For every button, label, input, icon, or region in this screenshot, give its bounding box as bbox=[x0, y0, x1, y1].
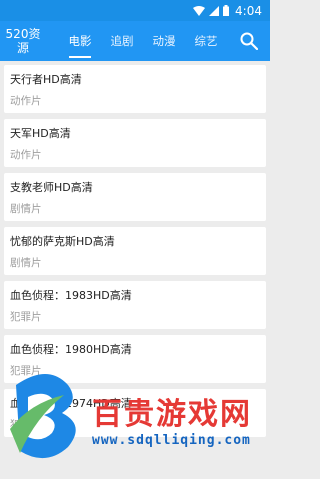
app-bar: 520资源 电影 追剧 动漫 综艺 bbox=[0, 21, 270, 61]
battery-icon bbox=[223, 5, 230, 16]
item-title: 天军HD高清 bbox=[10, 127, 71, 140]
status-time: 4:04 bbox=[235, 3, 262, 18]
item-title: 血色侦程：1974HD高清 bbox=[10, 397, 132, 410]
movie-list: 天行者HD高清 动作片 天军HD高清 动作片 支教老师HD高清 剧情片 忧郁的萨… bbox=[0, 61, 270, 437]
list-item[interactable]: 天军HD高清 动作片 bbox=[4, 119, 266, 167]
search-icon[interactable] bbox=[240, 32, 258, 50]
item-title: 血色侦程：1980HD高清 bbox=[10, 343, 132, 356]
app-title: 520资源 bbox=[5, 27, 41, 55]
item-genre: 动作片 bbox=[10, 149, 42, 161]
item-title: 天行者HD高清 bbox=[10, 73, 82, 86]
item-title: 血色侦程：1983HD高清 bbox=[10, 289, 132, 302]
wifi-icon bbox=[193, 5, 206, 16]
list-item[interactable]: 血色侦程：1974HD高清 犯罪片 bbox=[4, 389, 266, 437]
tab-series[interactable]: 追剧 bbox=[102, 21, 142, 61]
item-genre: 动作片 bbox=[10, 95, 42, 107]
item-title: 支教老师HD高清 bbox=[10, 181, 93, 194]
item-genre: 犯罪片 bbox=[10, 419, 42, 431]
item-genre: 剧情片 bbox=[10, 203, 42, 215]
category-tabs: 电影 追剧 动漫 综艺 bbox=[60, 21, 228, 61]
tab-movies[interactable]: 电影 bbox=[60, 21, 100, 61]
item-genre: 犯罪片 bbox=[10, 365, 42, 377]
list-item[interactable]: 血色侦程：1980HD高清 犯罪片 bbox=[4, 335, 266, 383]
tab-anime[interactable]: 动漫 bbox=[144, 21, 184, 61]
status-bar: 4:04 bbox=[0, 0, 270, 21]
list-item[interactable]: 血色侦程：1983HD高清 犯罪片 bbox=[4, 281, 266, 329]
item-title: 忧郁的萨克斯HD高清 bbox=[10, 235, 115, 248]
list-item[interactable]: 支教老师HD高清 剧情片 bbox=[4, 173, 266, 221]
list-item[interactable]: 忧郁的萨克斯HD高清 剧情片 bbox=[4, 227, 266, 275]
item-genre: 犯罪片 bbox=[10, 311, 42, 323]
tab-variety[interactable]: 综艺 bbox=[186, 21, 226, 61]
status-icons bbox=[193, 5, 230, 16]
item-genre: 剧情片 bbox=[10, 257, 42, 269]
signal-icon bbox=[209, 5, 220, 16]
list-item[interactable]: 天行者HD高清 动作片 bbox=[4, 65, 266, 113]
